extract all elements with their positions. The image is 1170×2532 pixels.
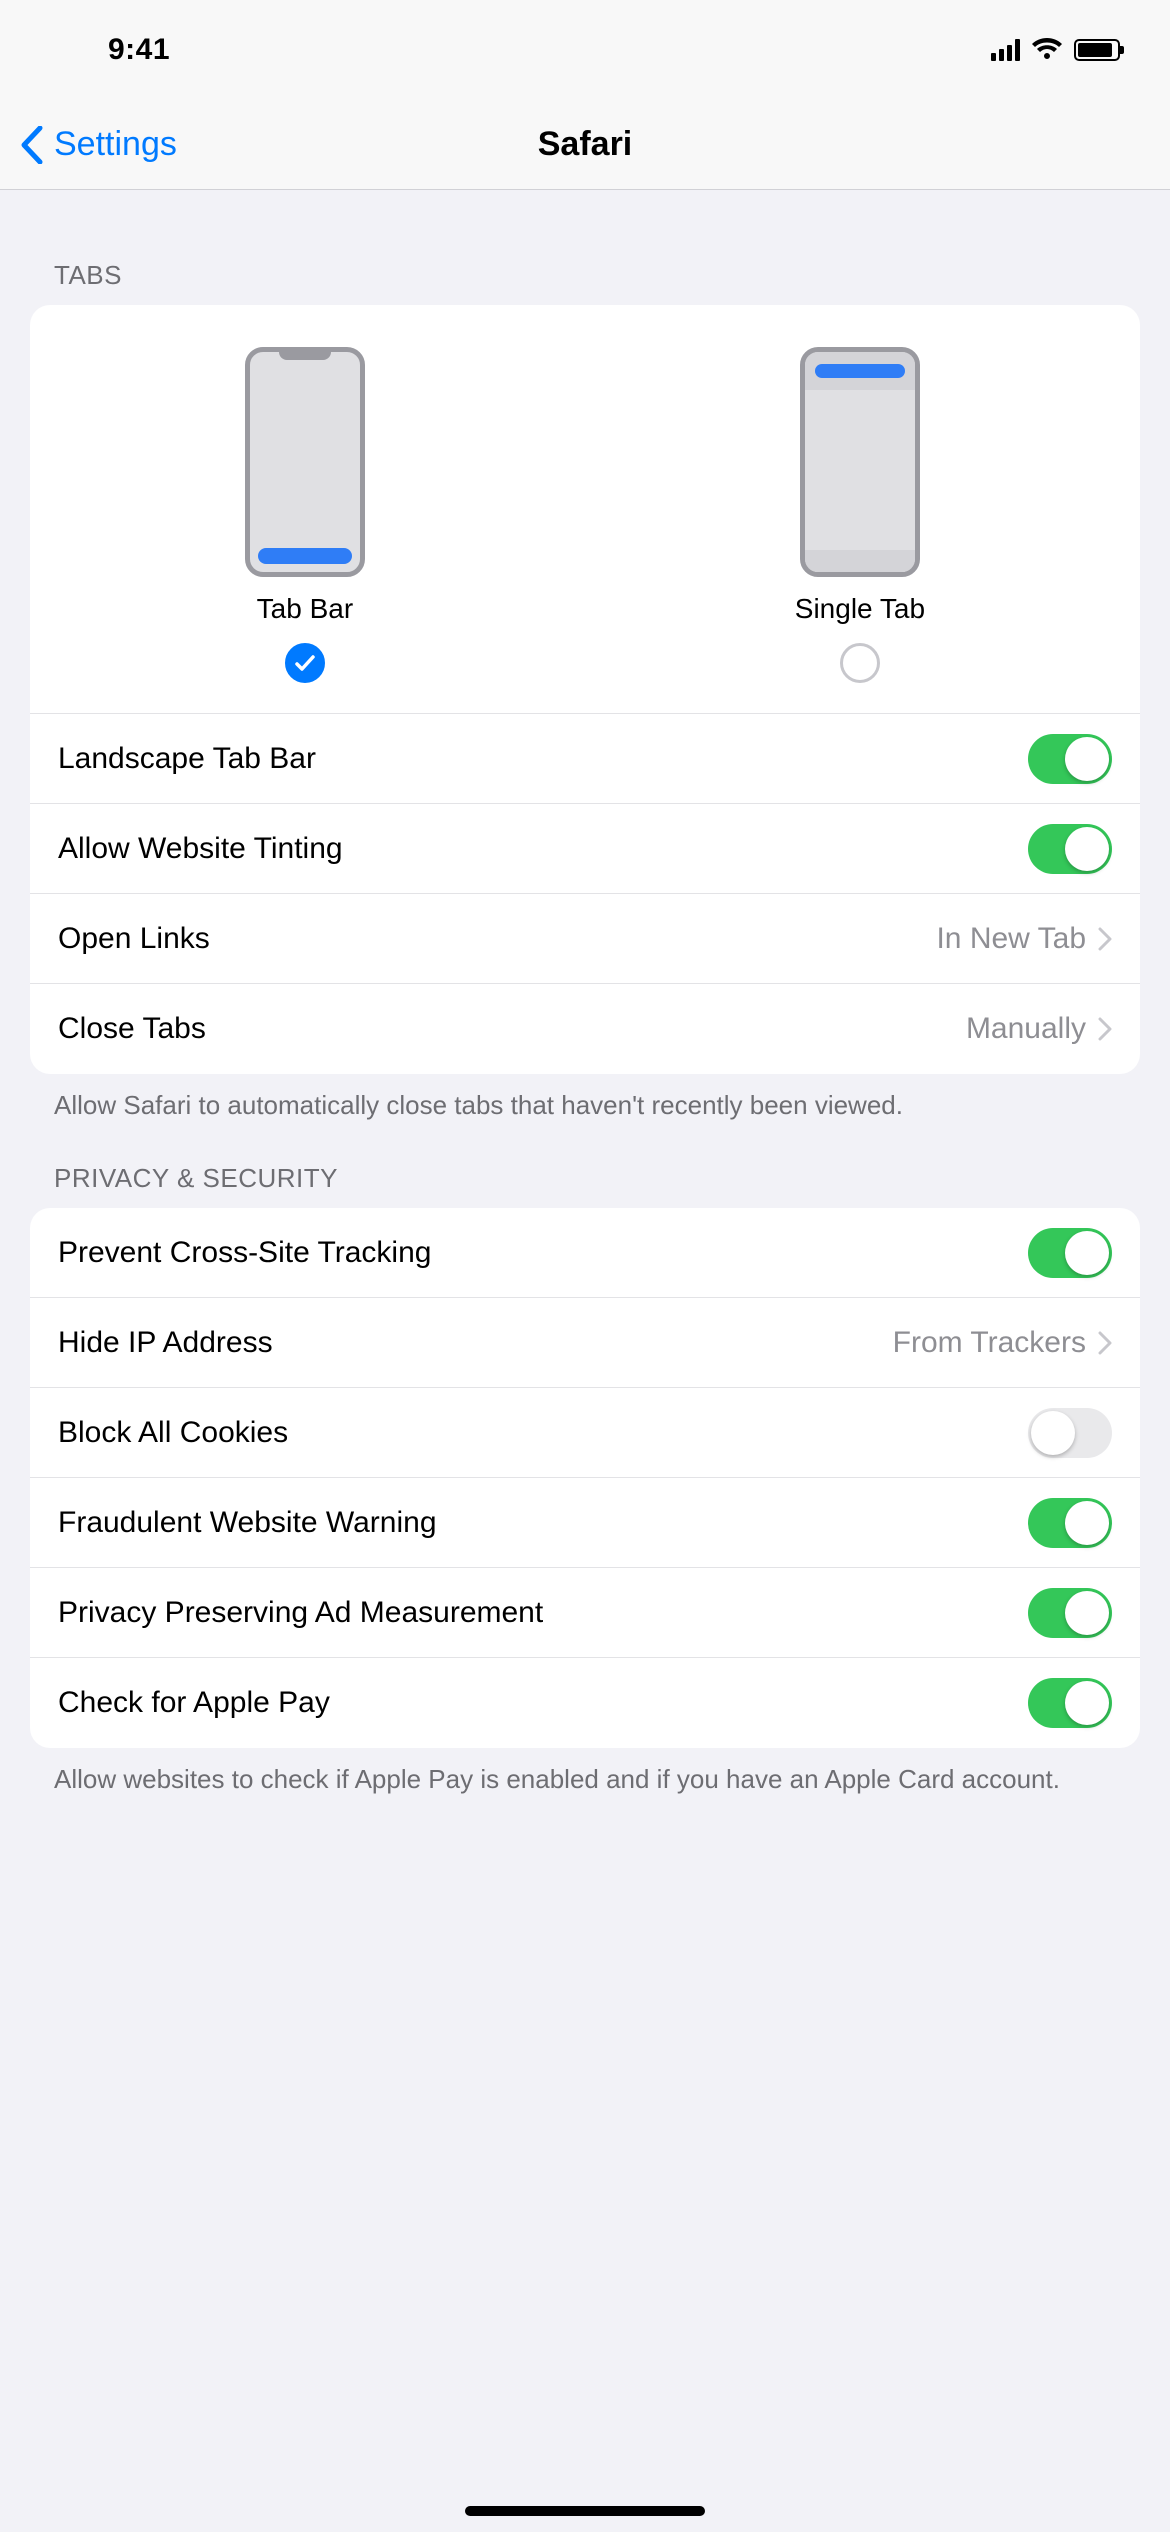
row-label: Privacy Preserving Ad Measurement [58,1596,543,1630]
wifi-icon [1032,38,1062,62]
chevron-right-icon [1098,927,1112,951]
home-indicator [465,2506,705,2516]
row-prevent-tracking[interactable]: Prevent Cross-Site Tracking [30,1208,1140,1298]
row-value: Manually [966,1012,1112,1046]
switch-fraud-warning[interactable] [1028,1498,1112,1548]
layout-label-single-tab: Single Tab [795,593,925,625]
section-header-tabs: TABS [0,220,1170,305]
row-block-cookies[interactable]: Block All Cookies [30,1388,1140,1478]
group-privacy: Prevent Cross-Site Tracking Hide IP Addr… [30,1208,1140,1748]
row-label: Fraudulent Website Warning [58,1506,437,1540]
layout-option-single-tab[interactable]: Single Tab [795,347,925,683]
row-fraud-warning[interactable]: Fraudulent Website Warning [30,1478,1140,1568]
tab-layout-picker: Tab Bar Single Tab [30,305,1140,714]
nav-bar: Settings Safari [0,100,1170,190]
row-landscape-tab-bar[interactable]: Landscape Tab Bar [30,714,1140,804]
row-allow-website-tinting[interactable]: Allow Website Tinting [30,804,1140,894]
cellular-icon [991,39,1020,61]
layout-option-tab-bar[interactable]: Tab Bar [245,347,365,683]
section-footer-tabs: Allow Safari to automatically close tabs… [0,1074,1170,1123]
phone-mock-single-tab-icon [800,347,920,577]
switch-allow-website-tinting[interactable] [1028,824,1112,874]
group-tabs: Tab Bar Single Tab Landscape Tab Bar [30,305,1140,1074]
row-label: Close Tabs [58,1012,206,1046]
switch-prevent-tracking[interactable] [1028,1228,1112,1278]
row-label: Block All Cookies [58,1416,288,1450]
row-label: Open Links [58,922,210,956]
row-label: Landscape Tab Bar [58,742,316,776]
status-time: 9:41 [60,33,170,67]
phone-mock-tab-bar-icon [245,347,365,577]
switch-ad-measurement[interactable] [1028,1588,1112,1638]
row-label: Prevent Cross-Site Tracking [58,1236,431,1270]
row-hide-ip[interactable]: Hide IP Address From Trackers [30,1298,1140,1388]
switch-landscape-tab-bar[interactable] [1028,734,1112,784]
row-label: Check for Apple Pay [58,1686,330,1720]
back-button[interactable]: Settings [20,125,177,164]
chevron-right-icon [1098,1331,1112,1355]
layout-label-tab-bar: Tab Bar [257,593,354,625]
status-bar: 9:41 [0,0,1170,100]
section-footer-privacy: Allow websites to check if Apple Pay is … [0,1748,1170,1797]
row-label: Hide IP Address [58,1326,273,1360]
row-open-links[interactable]: Open Links In New Tab [30,894,1140,984]
row-value: In New Tab [936,922,1112,956]
row-label: Allow Website Tinting [58,832,343,866]
chevron-right-icon [1098,1017,1112,1041]
row-apple-pay[interactable]: Check for Apple Pay [30,1658,1140,1748]
row-close-tabs[interactable]: Close Tabs Manually [30,984,1140,1074]
row-value: From Trackers [893,1326,1112,1360]
switch-apple-pay[interactable] [1028,1678,1112,1728]
layout-radio-tab-bar[interactable] [285,643,325,683]
battery-icon [1074,39,1120,61]
chevron-left-icon [20,126,54,164]
row-ad-measurement[interactable]: Privacy Preserving Ad Measurement [30,1568,1140,1658]
back-label: Settings [54,125,177,164]
switch-block-cookies[interactable] [1028,1408,1112,1458]
layout-radio-single-tab[interactable] [840,643,880,683]
status-icons [991,38,1120,62]
section-header-privacy: PRIVACY & SECURITY [0,1123,1170,1208]
